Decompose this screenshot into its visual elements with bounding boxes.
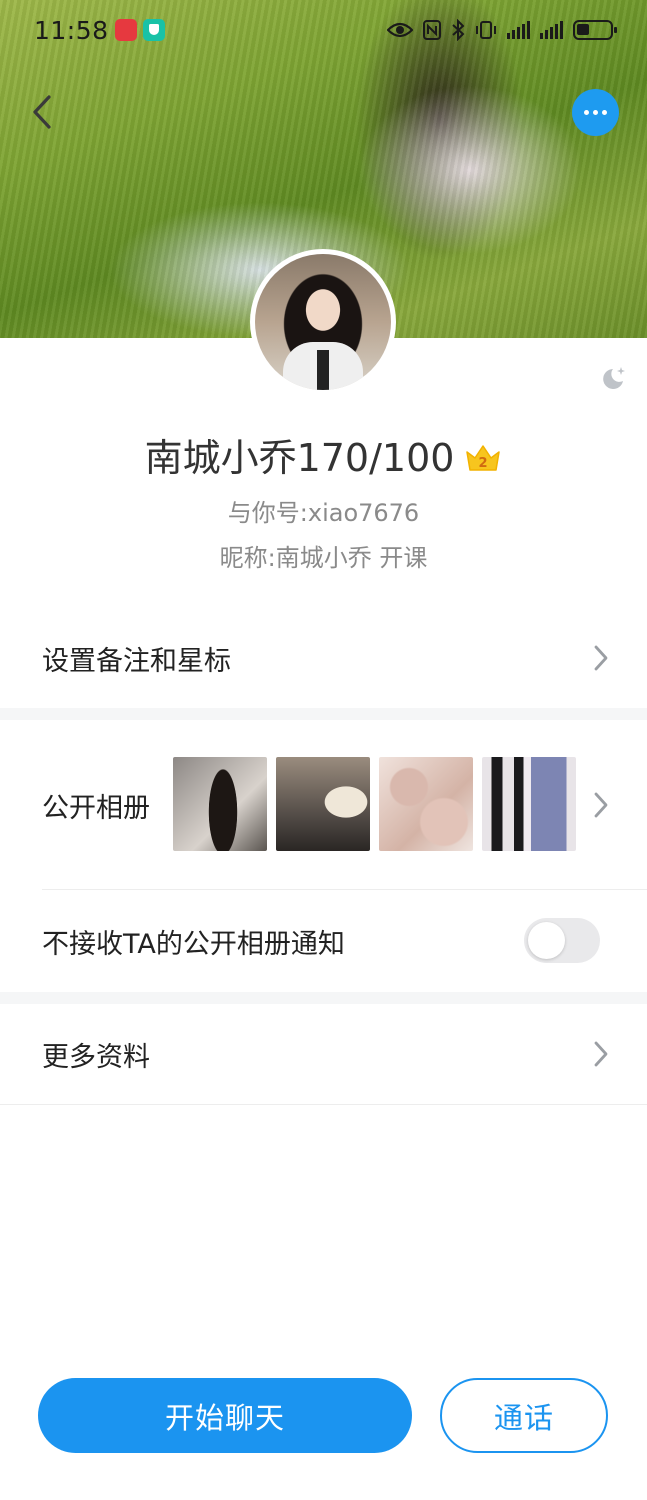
chevron-right-icon (594, 792, 608, 818)
vip-level: 2 (479, 456, 488, 471)
account-id: 与你号:xiao7676 (227, 499, 420, 527)
signal-2-icon (540, 21, 563, 39)
album-thumbnail[interactable] (173, 757, 267, 851)
signal-icon (507, 21, 530, 39)
toggle-knob (528, 922, 565, 959)
status-right (387, 19, 617, 41)
avatar-photo-tie (317, 350, 329, 390)
more-info-label: 更多资料 (42, 1041, 150, 1073)
avatar[interactable] (250, 249, 396, 395)
moon-star-icon[interactable] (598, 364, 628, 394)
status-left: 11:58 (34, 16, 165, 45)
more-dots-icon (584, 110, 589, 115)
remark-star-label: 设置备注和星标 (42, 645, 231, 677)
back-button[interactable] (22, 92, 62, 132)
nickname: 昵称:南城小乔 开课 (219, 544, 428, 572)
public-album-label: 公开相册 (42, 792, 150, 824)
start-chat-button[interactable]: 开始聊天 (38, 1378, 412, 1453)
album-notify-label: 不接收TA的公开相册通知 (42, 928, 345, 960)
album-thumbnails (173, 757, 576, 851)
more-dot (593, 110, 598, 115)
section-divider (0, 708, 647, 720)
album-thumbnail[interactable] (379, 757, 473, 851)
more-dot (602, 110, 607, 115)
vibrate-icon (476, 21, 496, 39)
profile-name: 南城小乔170/100 (144, 436, 455, 480)
status-bar: 11:58 (0, 0, 647, 60)
chevron-right-icon (594, 1041, 608, 1067)
crown-vip-icon: 2 (466, 444, 501, 471)
chevron-left-icon (33, 95, 51, 129)
more-options-button[interactable] (572, 89, 619, 136)
bluetooth-icon (452, 19, 465, 41)
section-divider (0, 992, 647, 1004)
nfc-icon (423, 20, 441, 40)
chevron-right-icon (594, 645, 608, 671)
battery-icon (573, 20, 617, 40)
album-thumbnail[interactable] (482, 757, 576, 851)
eye-icon (387, 22, 413, 38)
row-separator (0, 1104, 647, 1105)
status-time: 11:58 (34, 15, 109, 45)
avatar-photo (255, 254, 391, 390)
album-thumbnail[interactable] (276, 757, 370, 851)
shield-app-notification-icon (142, 19, 165, 41)
shopping-app-notification-icon (114, 19, 137, 41)
profile-name-row: 南城小乔170/100 2 (0, 432, 647, 484)
album-notify-toggle[interactable] (524, 918, 600, 963)
call-button[interactable]: 通话 (440, 1378, 608, 1453)
remark-star-row[interactable]: 设置备注和星标 (0, 608, 647, 708)
more-info-row[interactable]: 更多资料 (0, 1004, 647, 1104)
